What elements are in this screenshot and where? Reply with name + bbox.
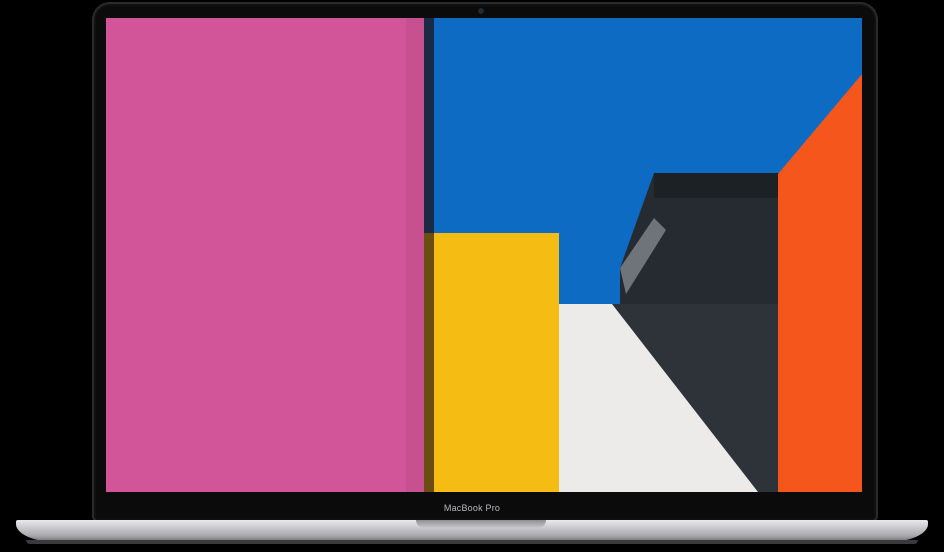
- model-label: MacBook Pro: [443, 503, 501, 513]
- opening-notch: [416, 520, 546, 528]
- base-edge: [26, 540, 918, 544]
- pink-wall: [106, 18, 424, 492]
- yellow-block: [432, 233, 559, 492]
- laptop-screen: [106, 18, 862, 492]
- laptop-mockup: MacBook Pro: [0, 0, 944, 552]
- camera-icon: [478, 8, 484, 14]
- wallpaper-image: [106, 18, 862, 492]
